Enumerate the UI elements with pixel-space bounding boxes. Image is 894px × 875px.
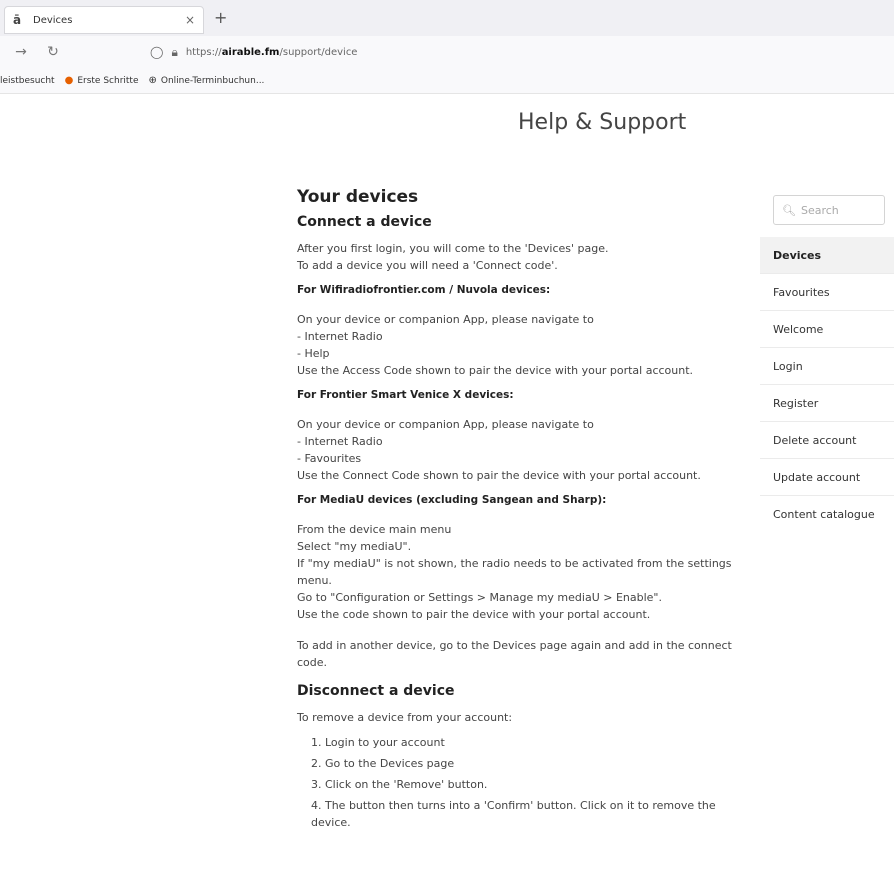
support-sidebar: 🔍︎ Search Devices Favourites Welcome Log… [760, 195, 894, 533]
section-title-mediau: For MediaU devices (excluding Sangean an… [297, 494, 607, 506]
sidebar-item-delete-account[interactable]: Delete account [760, 422, 894, 459]
browser-tab-bar: ā Devices × + [0, 0, 894, 36]
reload-icon[interactable]: ↻ [42, 44, 64, 60]
bookmark-label: Online-Terminbuchun... [160, 75, 265, 86]
firefox-icon: ● [64, 75, 74, 86]
disconnect-heading: Disconnect a device [297, 683, 455, 699]
search-input[interactable]: 🔍︎ Search [773, 195, 885, 225]
main-content: Your devices Connect a device After you … [297, 186, 757, 835]
sidebar-item-devices[interactable]: Devices [760, 237, 894, 274]
sidebar-item-update-account[interactable]: Update account [760, 459, 894, 496]
url-bar[interactable]: ◯ 🔒︎ https://airable.fm/support/device [150, 40, 357, 64]
new-tab-button[interactable]: + [214, 8, 227, 27]
disconnect-steps: 1. Login to your account 2. Go to the De… [311, 734, 757, 831]
intro-paragraph: After you first login, you will come to … [297, 242, 609, 272]
connect-heading: Connect a device [297, 214, 432, 230]
devices-heading: Your devices [297, 187, 419, 207]
bookmark-most-visited[interactable]: leistbesucht [0, 76, 55, 86]
sidebar-item-welcome[interactable]: Welcome [760, 311, 894, 348]
list-item: 4. The button then turns into a 'Confirm… [311, 799, 716, 829]
section-title-wifiradio: For Wifiradiofrontier.com / Nuvola devic… [297, 284, 551, 296]
url-host: airable.fm [221, 46, 280, 58]
lock-icon[interactable]: 🔒︎ [171, 45, 177, 60]
bookmark-label: leistbesucht [0, 75, 55, 86]
search-icon: 🔍︎ [782, 203, 796, 217]
bookmarks-bar: leistbesucht ● Erste Schritte ⊕ Online-T… [0, 68, 894, 94]
tab-close-icon[interactable]: × [185, 13, 195, 27]
sidebar-item-login[interactable]: Login [760, 348, 894, 385]
bookmark-first-steps[interactable]: ● Erste Schritte [65, 75, 139, 86]
bookmark-label: Erste Schritte [77, 75, 139, 86]
list-item: 3. Click on the 'Remove' button. [311, 778, 488, 791]
section-body-venice: On your device or companion App, please … [297, 418, 701, 482]
tab-devices[interactable]: ā Devices × [4, 6, 204, 34]
sidebar-item-content-catalogue[interactable]: Content catalogue [760, 496, 894, 533]
page-title: Help & Support [518, 110, 687, 135]
search-placeholder: Search [800, 203, 839, 217]
sidebar-item-favourites[interactable]: Favourites [760, 274, 894, 311]
sidebar-menu: Devices Favourites Welcome Login Registe… [760, 237, 894, 533]
add-another-device: To add in another device, go to the Devi… [297, 639, 732, 669]
tab-title: Devices [33, 14, 73, 26]
url-prefix: https:// [185, 46, 222, 58]
bookmark-online-booking[interactable]: ⊕ Online-Terminbuchun... [149, 75, 265, 86]
forward-arrow-icon[interactable]: → [10, 44, 32, 60]
list-item: 2. Go to the Devices page [311, 757, 455, 770]
url-path: /support/device [279, 46, 358, 58]
list-item: 1. Login to your account [311, 736, 445, 749]
browser-nav-bar: → ↻ ◯ 🔒︎ https://airable.fm/support/devi… [0, 36, 894, 68]
section-title-venice: For Frontier Smart Venice X devices: [297, 389, 514, 401]
disconnect-intro: To remove a device from your account: [297, 711, 513, 724]
section-body-wifiradio: On your device or companion App, please … [297, 313, 694, 377]
shield-icon[interactable]: ◯ [150, 45, 163, 59]
sidebar-item-register[interactable]: Register [760, 385, 894, 422]
section-body-mediau: From the device main menu Select "my med… [297, 523, 732, 621]
globe-icon: ⊕ [148, 75, 157, 86]
site-favicon-icon: ā [13, 13, 22, 27]
